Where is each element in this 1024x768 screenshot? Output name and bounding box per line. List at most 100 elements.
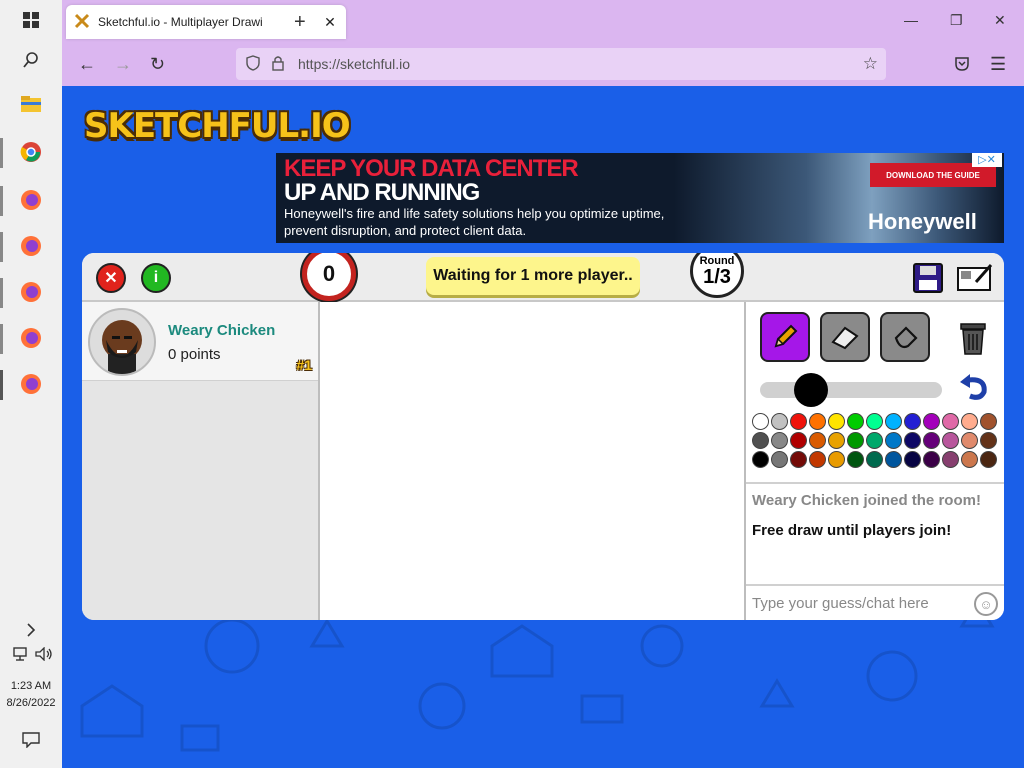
pencil-tool-icon[interactable]: [760, 312, 810, 362]
clock-date[interactable]: 8/26/2022: [0, 697, 62, 709]
color-swatch[interactable]: [752, 432, 769, 449]
forward-icon[interactable]: →: [114, 54, 132, 75]
minimize-icon[interactable]: —: [904, 12, 918, 28]
color-swatch[interactable]: [923, 451, 940, 468]
firefox-icon[interactable]: [11, 364, 51, 404]
volume-icon[interactable]: [24, 634, 64, 674]
firefox-icon[interactable]: [11, 180, 51, 220]
sketchful-logo[interactable]: SKETCHFUL.IO: [84, 106, 351, 146]
color-swatch[interactable]: [847, 432, 864, 449]
eraser-tool-icon[interactable]: [820, 312, 870, 362]
emoji-icon[interactable]: ☺: [974, 592, 998, 616]
color-palette: [752, 413, 1002, 470]
shield-icon[interactable]: [246, 55, 260, 76]
color-swatch[interactable]: [904, 451, 921, 468]
color-swatch[interactable]: [980, 413, 997, 430]
ad-close-icon[interactable]: ▷✕: [972, 153, 1002, 167]
color-swatch[interactable]: [942, 413, 959, 430]
color-swatch[interactable]: [847, 413, 864, 430]
firefox-icon[interactable]: [11, 272, 51, 312]
close-tab-icon[interactable]: ✕: [322, 14, 338, 31]
undo-icon[interactable]: [958, 372, 990, 407]
color-swatch[interactable]: [752, 451, 769, 468]
color-swatch[interactable]: [923, 432, 940, 449]
color-swatch[interactable]: [790, 451, 807, 468]
color-swatch[interactable]: [809, 451, 826, 468]
close-window-icon[interactable]: ✕: [994, 12, 1006, 29]
palette-row: [752, 413, 1002, 430]
palette-row: [752, 432, 1002, 449]
windows-start-icon[interactable]: [11, 0, 51, 40]
color-swatch[interactable]: [942, 451, 959, 468]
color-swatch[interactable]: [752, 413, 769, 430]
chat-input[interactable]: Type your guess/chat here ☺: [746, 584, 1004, 620]
color-swatch[interactable]: [790, 432, 807, 449]
player-rank: #1: [296, 357, 312, 373]
browser-titlebar: Sketchful.io - Multiplayer Drawi ✕ + — ❐…: [62, 0, 1024, 44]
file-explorer-icon[interactable]: [11, 84, 51, 124]
firefox-icon[interactable]: [11, 226, 51, 266]
color-swatch[interactable]: [866, 432, 883, 449]
fullscreen-canvas-icon[interactable]: [956, 262, 994, 294]
clock-time[interactable]: 1:23 AM: [0, 680, 62, 692]
notifications-icon[interactable]: [11, 720, 51, 760]
sketchful-favicon-icon: [74, 13, 90, 32]
maximize-icon[interactable]: ❐: [950, 12, 963, 29]
drawing-canvas[interactable]: [322, 302, 744, 620]
color-swatch[interactable]: [828, 413, 845, 430]
color-swatch[interactable]: [942, 432, 959, 449]
url-bar[interactable]: https://sketchful.io ☆: [236, 48, 886, 80]
color-swatch[interactable]: [885, 451, 902, 468]
color-swatch[interactable]: [771, 413, 788, 430]
chat-message: Free draw until players join!: [752, 522, 952, 539]
ad-body-text: Honeywell's fire and life safety solutio…: [284, 206, 665, 238]
color-swatch[interactable]: [961, 451, 978, 468]
fill-tool-icon[interactable]: [880, 312, 930, 362]
color-swatch[interactable]: [866, 451, 883, 468]
color-swatch[interactable]: [885, 413, 902, 430]
color-swatch[interactable]: [847, 451, 864, 468]
color-swatch[interactable]: [809, 413, 826, 430]
reload-icon[interactable]: ↻: [150, 54, 165, 75]
chrome-icon[interactable]: [11, 132, 51, 172]
brush-size-slider[interactable]: [760, 382, 942, 398]
url-text[interactable]: https://sketchful.io: [298, 56, 410, 72]
color-swatch[interactable]: [904, 413, 921, 430]
color-swatch[interactable]: [790, 413, 807, 430]
search-icon[interactable]: [11, 40, 51, 80]
trash-icon[interactable]: [958, 320, 988, 361]
player-card[interactable]: Weary Chicken 0 points #1: [82, 302, 318, 381]
save-drawing-icon[interactable]: [912, 262, 944, 294]
browser-navbar: ← → ↻ https://sketchful.io ☆ ☰: [62, 44, 1024, 86]
ad-headline-2: UP AND RUNNING: [284, 179, 480, 206]
color-swatch[interactable]: [961, 413, 978, 430]
new-tab-icon[interactable]: +: [294, 11, 306, 34]
firefox-icon[interactable]: [11, 318, 51, 358]
color-swatch[interactable]: [828, 432, 845, 449]
color-swatch[interactable]: [771, 451, 788, 468]
avatar: [88, 308, 156, 376]
chat-input-placeholder: Type your guess/chat here: [752, 594, 929, 612]
info-icon[interactable]: i: [141, 263, 171, 293]
color-swatch[interactable]: [771, 432, 788, 449]
bookmark-star-icon[interactable]: ☆: [863, 54, 878, 74]
pocket-icon[interactable]: [954, 56, 970, 77]
advertisement-banner[interactable]: KEEP YOUR DATA CENTER UP AND RUNNING Hon…: [276, 153, 1004, 243]
round-value: 1/3: [703, 265, 731, 288]
windows-taskbar: 1:23 AM 8/26/2022: [0, 0, 62, 768]
color-swatch[interactable]: [980, 451, 997, 468]
color-swatch[interactable]: [828, 451, 845, 468]
color-swatch[interactable]: [904, 432, 921, 449]
palette-row: [752, 451, 1002, 468]
menu-icon[interactable]: ☰: [990, 54, 1006, 75]
leave-game-icon[interactable]: ✕: [96, 263, 126, 293]
color-swatch[interactable]: [923, 413, 940, 430]
color-swatch[interactable]: [961, 432, 978, 449]
color-swatch[interactable]: [809, 432, 826, 449]
color-swatch[interactable]: [885, 432, 902, 449]
brush-size-handle[interactable]: [794, 373, 828, 407]
color-swatch[interactable]: [980, 432, 997, 449]
color-swatch[interactable]: [866, 413, 883, 430]
back-icon[interactable]: ←: [78, 54, 96, 75]
lock-icon[interactable]: [272, 55, 284, 76]
